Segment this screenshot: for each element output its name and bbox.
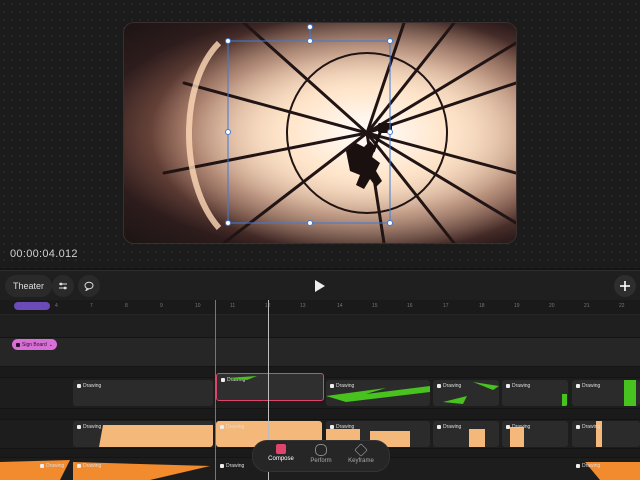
track-row[interactable]: Sign Board ⌄ — [0, 338, 640, 366]
drawing-clip[interactable]: Drawing — [502, 380, 568, 406]
clip-label: Drawing — [83, 383, 102, 389]
drawing-clip[interactable]: Drawing — [433, 380, 499, 406]
mode-perform[interactable]: Perform — [301, 444, 341, 464]
ruler-tick: 13 — [300, 303, 306, 309]
layer-tag[interactable]: Sign Board ⌄ — [12, 339, 57, 350]
clip-checkbox[interactable] — [77, 384, 81, 388]
drawing-clip-label[interactable]: Drawing — [220, 463, 244, 469]
clip-checkbox[interactable] — [77, 425, 81, 429]
ruler-tick: 9 — [160, 303, 163, 309]
playhead-marker[interactable] — [215, 300, 216, 480]
selection-transform-box[interactable] — [124, 23, 516, 243]
mode-label: Keyframe — [348, 458, 374, 464]
ruler-tick: 4 — [55, 303, 58, 309]
mode-label: Compose — [268, 456, 294, 462]
hand-icon — [315, 444, 327, 456]
clip-thumbnail — [443, 382, 499, 404]
drawing-clip[interactable]: Drawing — [572, 380, 640, 406]
clip-thumbnail — [562, 394, 567, 406]
drawing-clip-label[interactable]: Drawing — [77, 463, 101, 469]
drawing-clip-label[interactable]: Drawing — [576, 463, 600, 469]
ruler-tick: 18 — [479, 303, 485, 309]
ruler-tick: 20 — [549, 303, 555, 309]
ruler-tick: 17 — [443, 303, 449, 309]
ruler-tick: 10 — [195, 303, 201, 309]
theater-button[interactable]: Theater — [5, 275, 53, 297]
clip-checkbox[interactable] — [77, 464, 81, 468]
timeline-ruler[interactable]: 4 7 8 9 10 11 12 13 14 15 16 17 18 19 20… — [0, 300, 640, 315]
drawing-clip[interactable]: Drawing — [502, 421, 568, 447]
clip-checkbox[interactable] — [220, 425, 224, 429]
mode-switcher: Compose Perform Keyframe — [252, 440, 390, 472]
range-marker[interactable] — [14, 302, 50, 310]
clip-checkbox[interactable] — [506, 425, 510, 429]
mode-keyframe[interactable]: Keyframe — [341, 443, 381, 464]
clip-checkbox[interactable] — [576, 425, 580, 429]
clip-label: Drawing — [582, 463, 601, 469]
clip-checkbox[interactable] — [576, 464, 580, 468]
layer-tag-icon — [16, 342, 20, 347]
drawing-clip-label[interactable]: Drawing — [40, 463, 64, 469]
clip-thumbnail — [624, 380, 636, 406]
ruler-tick: 8 — [125, 303, 128, 309]
play-icon — [315, 280, 325, 292]
mode-label: Perform — [310, 458, 332, 464]
add-button[interactable] — [614, 275, 636, 297]
clip-label: Drawing — [83, 424, 102, 430]
compose-icon — [276, 444, 286, 454]
ruler-tick: 22 — [619, 303, 625, 309]
plus-icon — [620, 281, 630, 291]
ruler-tick: 21 — [584, 303, 590, 309]
keyframe-icon — [354, 443, 368, 457]
play-button[interactable] — [312, 278, 328, 294]
clip-checkbox[interactable] — [437, 425, 441, 429]
comment-button[interactable] — [78, 275, 100, 297]
drawing-clip[interactable]: Drawing — [326, 380, 430, 406]
sliders-icon — [59, 282, 67, 290]
clip-thumbnail — [326, 386, 430, 402]
ruler-tick: 11 — [230, 303, 236, 309]
clip-checkbox[interactable] — [40, 464, 44, 468]
drawing-clip-selected[interactable]: Drawing — [216, 373, 324, 401]
ruler-tick: 7 — [90, 303, 93, 309]
ruler-tick: 15 — [372, 303, 378, 309]
stage-frame[interactable] — [124, 23, 516, 243]
clip-label: Drawing — [83, 463, 102, 469]
layer-tag-label: Sign Board — [22, 341, 47, 348]
mode-compose[interactable]: Compose — [261, 444, 301, 462]
clip-label: Drawing — [46, 463, 65, 469]
drawing-clip[interactable]: Drawing — [73, 380, 213, 406]
track-row[interactable]: Drawing Drawing Drawing Drawing Drawing … — [0, 373, 640, 408]
clip-label: Drawing — [336, 424, 355, 430]
clip-checkbox[interactable] — [220, 464, 224, 468]
comment-icon — [84, 281, 94, 291]
clip-label: Drawing — [512, 424, 531, 430]
timeline-toolbar: Theater — [0, 270, 640, 301]
drawing-clip[interactable]: Drawing — [433, 421, 499, 447]
viewer-canvas[interactable]: 00:00:04.012 — [0, 0, 640, 268]
clip-label: Drawing — [226, 463, 245, 469]
chevron-down-icon: ⌄ — [48, 341, 53, 348]
sliders-button[interactable] — [52, 275, 74, 297]
drawing-clip[interactable]: Drawing — [572, 421, 640, 447]
clip-label: Drawing — [226, 424, 245, 430]
track-row[interactable] — [0, 315, 640, 337]
ruler-tick: 19 — [514, 303, 520, 309]
clip-label: Drawing — [582, 424, 601, 430]
clip-checkbox[interactable] — [330, 425, 334, 429]
drawing-clip[interactable]: Drawing — [73, 421, 213, 447]
ruler-tick: 16 — [407, 303, 413, 309]
track-gap — [0, 409, 640, 419]
ruler-tick: 14 — [337, 303, 343, 309]
clip-thumbnail — [227, 376, 257, 380]
clip-label: Drawing — [443, 424, 462, 430]
timecode-display: 00:00:04.012 — [10, 248, 78, 260]
